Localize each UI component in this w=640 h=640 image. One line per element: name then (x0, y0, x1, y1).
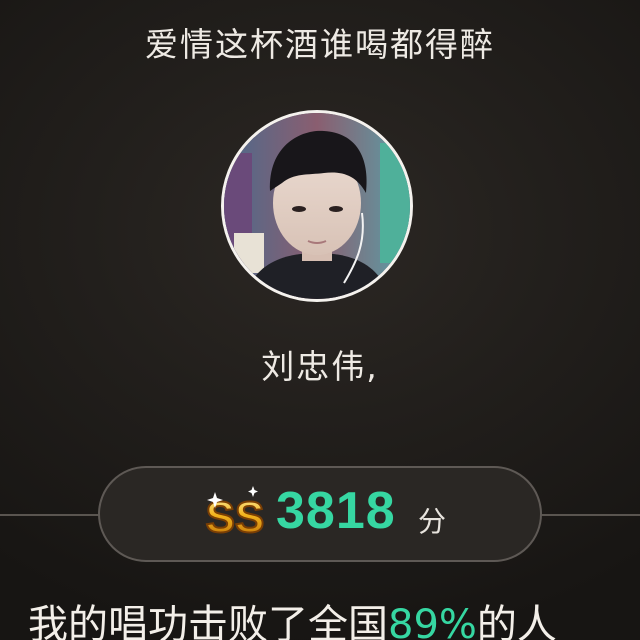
user-avatar[interactable] (221, 110, 413, 302)
result-prefix: 我的唱功击败了全国 (28, 602, 388, 640)
score-unit: 分 (418, 505, 447, 538)
result-line: 我的唱功击败了全国89%的人 (28, 592, 557, 640)
divider-right (540, 514, 640, 516)
result-percent: 89% (388, 602, 477, 640)
avatar-photo-icon (224, 113, 410, 299)
ss-grade-badge-icon: SS (205, 486, 265, 543)
song-title: 爱情这杯酒谁喝都得醉 (145, 25, 495, 64)
result-suffix: 的人 (476, 602, 557, 640)
divider-left (0, 514, 100, 516)
score-value: 3818 (276, 482, 396, 540)
user-name: 刘忠伟, (261, 347, 379, 386)
